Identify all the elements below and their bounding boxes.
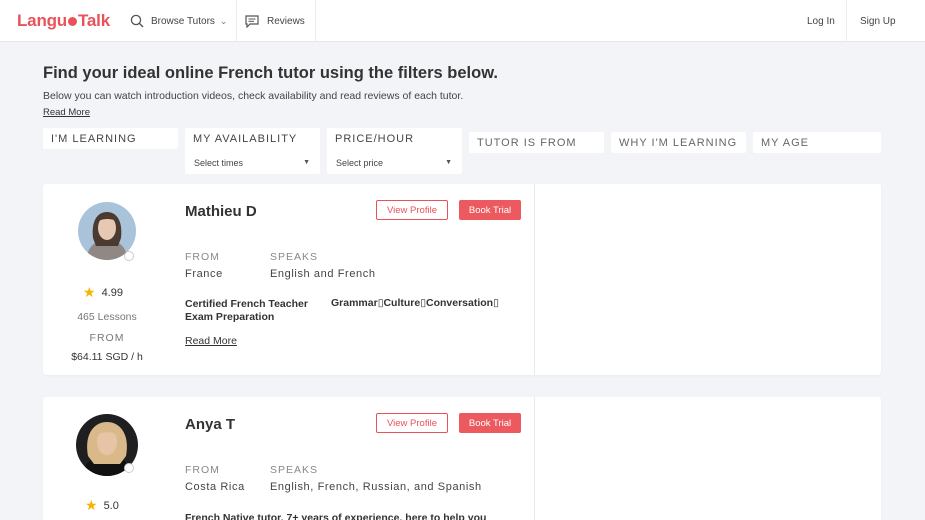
online-status-icon bbox=[124, 463, 134, 473]
filter-tutor-from[interactable]: TUTOR IS FROM bbox=[469, 132, 604, 153]
view-profile-button[interactable]: View Profile bbox=[376, 200, 448, 220]
tutor-country: France bbox=[185, 268, 223, 280]
browse-tutors-label: Browse Tutors bbox=[151, 15, 215, 27]
page-title: Find your ideal online French tutor usin… bbox=[43, 64, 498, 82]
tutor-read-more-link[interactable]: Read More bbox=[185, 335, 237, 347]
tutor-country: Costa Rica bbox=[185, 481, 245, 493]
speaks-heading: SPEAKS bbox=[270, 251, 319, 263]
price-from-label: FROM bbox=[89, 332, 125, 344]
login-label: Log In bbox=[807, 15, 835, 27]
signup-label: Sign Up bbox=[860, 15, 896, 27]
reviews-link[interactable]: Reviews bbox=[245, 0, 305, 42]
online-status-icon bbox=[124, 251, 134, 261]
availability-select-value[interactable]: Select times bbox=[194, 158, 243, 168]
tutor-rating: ★ 4.99 bbox=[83, 284, 123, 301]
star-icon: ★ bbox=[85, 497, 98, 513]
tutor-tag: Certified French Teacher bbox=[185, 298, 308, 310]
filter-availability-label: MY AVAILABILITY bbox=[193, 133, 298, 145]
from-heading: FROM bbox=[185, 464, 220, 476]
filter-learning[interactable]: I'M LEARNING bbox=[43, 128, 178, 149]
nav-divider bbox=[846, 0, 847, 42]
signup-link[interactable]: Sign Up bbox=[860, 0, 896, 42]
intro-read-more-link[interactable]: Read More bbox=[43, 107, 90, 118]
filter-price-label: PRICE/HOUR bbox=[335, 133, 415, 145]
view-profile-button[interactable]: View Profile bbox=[376, 413, 448, 433]
tutor-rating: ★ 5.0 bbox=[85, 497, 119, 514]
filter-availability[interactable]: MY AVAILABILITY Select times ▼ bbox=[185, 128, 320, 174]
browse-tutors-menu[interactable]: Browse Tutors ⌄ bbox=[130, 0, 227, 42]
price-select-value[interactable]: Select price bbox=[336, 158, 383, 168]
nav-divider bbox=[315, 0, 316, 42]
chat-bubble-icon bbox=[245, 14, 259, 28]
filter-why-learning-label: WHY I'M LEARNING bbox=[619, 137, 738, 149]
filter-age-label: MY AGE bbox=[761, 137, 809, 149]
tutor-tag: Exam Preparation bbox=[185, 311, 275, 323]
login-link[interactable]: Log In bbox=[807, 0, 835, 42]
search-icon bbox=[130, 14, 144, 28]
page-subtitle: Below you can watch introduction videos,… bbox=[43, 90, 464, 102]
filter-tutor-from-label: TUTOR IS FROM bbox=[477, 137, 577, 149]
tutor-tagline: French Native tutor, 7+ years of experie… bbox=[185, 512, 487, 520]
tutor-card: ★ 4.99 465 Lessons FROM $64.11 SGD / h M… bbox=[43, 184, 881, 375]
filter-learning-label: I'M LEARNING bbox=[51, 133, 137, 145]
reviews-label: Reviews bbox=[267, 15, 305, 27]
filter-price[interactable]: PRICE/HOUR Select price ▼ bbox=[327, 128, 462, 174]
filter-why-learning[interactable]: WHY I'M LEARNING bbox=[611, 132, 746, 153]
card-divider bbox=[534, 184, 535, 375]
star-icon: ★ bbox=[83, 284, 96, 300]
tutor-name[interactable]: Anya T bbox=[185, 416, 235, 433]
tutor-languages: English, French, Russian, and Spanish bbox=[270, 481, 482, 493]
nav-divider bbox=[236, 0, 237, 42]
chevron-down-icon: ⌄ bbox=[219, 15, 228, 26]
rating-value: 4.99 bbox=[101, 286, 123, 299]
book-trial-button[interactable]: Book Trial bbox=[459, 413, 521, 433]
top-nav-bar: Langu Talk Browse Tutors ⌄ Reviews Log In… bbox=[0, 0, 925, 42]
tutor-card: ★ 5.0 Anya T View Profile Book Trial FRO… bbox=[43, 397, 881, 520]
card-divider bbox=[534, 397, 535, 520]
tutor-name[interactable]: Mathieu D bbox=[185, 203, 257, 220]
site-logo[interactable]: Langu Talk bbox=[17, 11, 110, 31]
rating-value: 5.0 bbox=[103, 499, 119, 512]
from-heading: FROM bbox=[185, 251, 220, 263]
lessons-count: 465 Lessons bbox=[77, 311, 137, 323]
speaks-heading: SPEAKS bbox=[270, 464, 319, 476]
caret-down-icon: ▼ bbox=[303, 159, 310, 166]
logo-dot-icon bbox=[68, 17, 77, 26]
tutor-price: $64.11 SGD / h bbox=[71, 351, 143, 363]
tutor-languages: English and French bbox=[270, 268, 376, 280]
filter-age[interactable]: MY AGE bbox=[753, 132, 881, 153]
book-trial-button[interactable]: Book Trial bbox=[459, 200, 521, 220]
tutor-tag: Grammar▯Culture▯Conversation▯ bbox=[331, 297, 499, 309]
caret-down-icon: ▼ bbox=[445, 159, 452, 166]
